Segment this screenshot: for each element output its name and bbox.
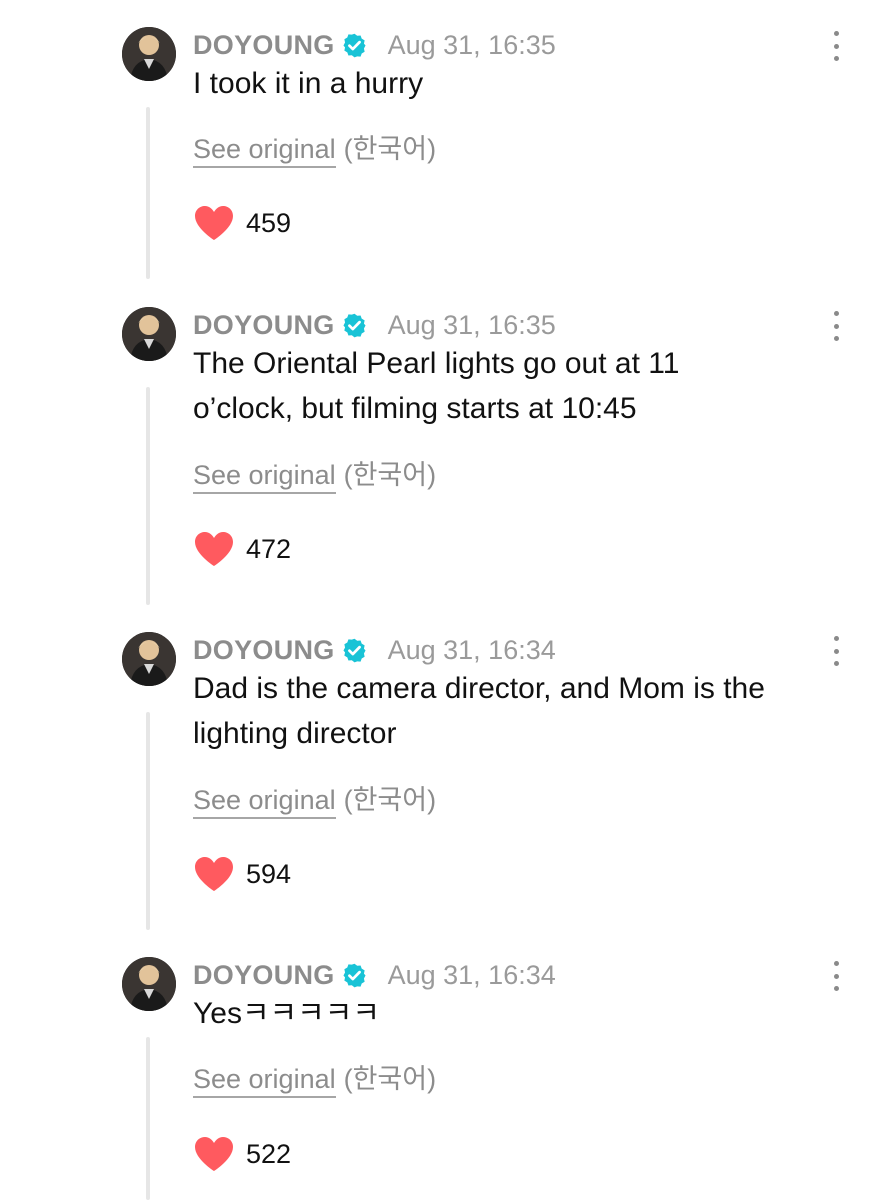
original-language: (한국어)	[343, 460, 437, 490]
like-row: 459	[193, 201, 291, 245]
more-options-icon[interactable]	[822, 961, 850, 991]
verified-badge-icon	[341, 962, 368, 989]
more-options-icon[interactable]	[822, 31, 850, 61]
like-count: 459	[246, 207, 292, 238]
heart-icon[interactable]	[193, 1135, 235, 1173]
more-options-icon[interactable]	[822, 636, 850, 666]
original-language: (한국어)	[343, 1064, 437, 1094]
original-language: (한국어)	[343, 785, 437, 815]
like-row: 472	[193, 527, 291, 571]
avatar[interactable]	[122, 307, 176, 361]
see-original-link[interactable]: See original	[193, 460, 336, 494]
comment-timestamp: Aug 31, 16:34	[387, 634, 556, 665]
like-count: 594	[246, 858, 292, 889]
comment-text: Dad is the camera director, and Mom is t…	[193, 672, 765, 750]
comment-header: DOYOUNG Aug 31, 16:34	[193, 958, 556, 992]
original-language: (한국어)	[343, 134, 437, 164]
more-options-icon[interactable]	[822, 311, 850, 341]
see-original-link[interactable]: See original	[193, 785, 336, 819]
verified-badge-icon	[341, 312, 368, 339]
comment-text: The Oriental Pearl lights go out at 11 o…	[193, 347, 680, 425]
like-count: 522	[246, 1138, 292, 1169]
like-row: 594	[193, 852, 291, 896]
heart-icon[interactable]	[193, 855, 235, 893]
translation-row: See original (한국어)	[193, 1061, 437, 1098]
heart-icon[interactable]	[193, 530, 235, 568]
author-name[interactable]: DOYOUNG	[193, 310, 335, 341]
comment-timestamp: Aug 31, 16:34	[387, 959, 556, 990]
avatar[interactable]	[122, 27, 176, 81]
avatar[interactable]	[122, 957, 176, 1011]
comment-text: I took it in a hurry	[193, 67, 424, 100]
author-name[interactable]: DOYOUNG	[193, 30, 335, 61]
comment-timestamp: Aug 31, 16:35	[387, 309, 556, 340]
comment-timestamp: Aug 31, 16:35	[387, 29, 556, 60]
author-name[interactable]: DOYOUNG	[193, 635, 335, 666]
avatar[interactable]	[122, 632, 176, 686]
like-row: 522	[193, 1132, 291, 1176]
comment-header: DOYOUNG Aug 31, 16:34	[193, 633, 556, 667]
translation-row: See original (한국어)	[193, 457, 437, 494]
thread-line	[146, 712, 150, 930]
see-original-link[interactable]: See original	[193, 134, 336, 168]
see-original-link[interactable]: See original	[193, 1064, 336, 1098]
translation-row: See original (한국어)	[193, 131, 437, 168]
thread-line	[146, 107, 150, 279]
comment-feed: DOYOUNG Aug 31, 16:35 I took it in a hur…	[0, 0, 880, 1200]
comment-text: Yesㅋㅋㅋㅋㅋ	[193, 997, 380, 1030]
verified-badge-icon	[341, 32, 368, 59]
like-count: 472	[246, 533, 292, 564]
translation-row: See original (한국어)	[193, 782, 437, 819]
thread-line	[146, 387, 150, 605]
thread-line	[146, 1037, 150, 1200]
comment-header: DOYOUNG Aug 31, 16:35	[193, 308, 556, 342]
author-name[interactable]: DOYOUNG	[193, 960, 335, 991]
verified-badge-icon	[341, 637, 368, 664]
heart-icon[interactable]	[193, 204, 235, 242]
comment-header: DOYOUNG Aug 31, 16:35	[193, 28, 556, 62]
